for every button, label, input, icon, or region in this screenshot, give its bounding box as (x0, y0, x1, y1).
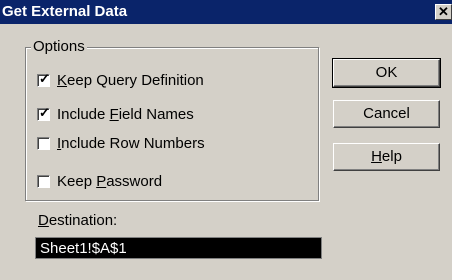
include-field-names-checkbox[interactable]: ✓ Include Field Names (37, 105, 194, 123)
checkmark-icon: ✓ (39, 70, 50, 86)
checkbox-box[interactable] (37, 136, 50, 150)
checkmark-icon: ✓ (39, 104, 50, 120)
keep-query-definition-checkbox[interactable]: ✓ Keep Query Definition (37, 71, 204, 89)
title-bar: Get External Data ✕ (0, 0, 452, 24)
close-button[interactable]: ✕ (435, 4, 452, 20)
ok-button[interactable]: OK (332, 58, 441, 88)
help-button[interactable]: Help (333, 143, 440, 171)
close-icon: ✕ (438, 4, 449, 19)
checkbox-box[interactable] (37, 174, 50, 188)
checkbox-label: Keep Query Definition (57, 71, 204, 89)
destination-label: Destination: (38, 212, 118, 229)
include-row-numbers-checkbox[interactable]: Include Row Numbers (37, 134, 205, 152)
cancel-button[interactable]: Cancel (333, 100, 440, 128)
keep-password-checkbox[interactable]: Keep Password (37, 172, 162, 190)
options-group-label: Options (31, 38, 87, 55)
checkbox-label: Include Row Numbers (57, 134, 205, 152)
checkbox-box[interactable]: ✓ (37, 104, 50, 121)
window-title: Get External Data (2, 3, 128, 20)
checkbox-label: Include Field Names (57, 105, 194, 123)
checkbox-label: Keep Password (57, 172, 163, 190)
checkbox-box[interactable]: ✓ (37, 70, 50, 87)
destination-input[interactable]: Sheet1!$A$1 (35, 237, 322, 259)
